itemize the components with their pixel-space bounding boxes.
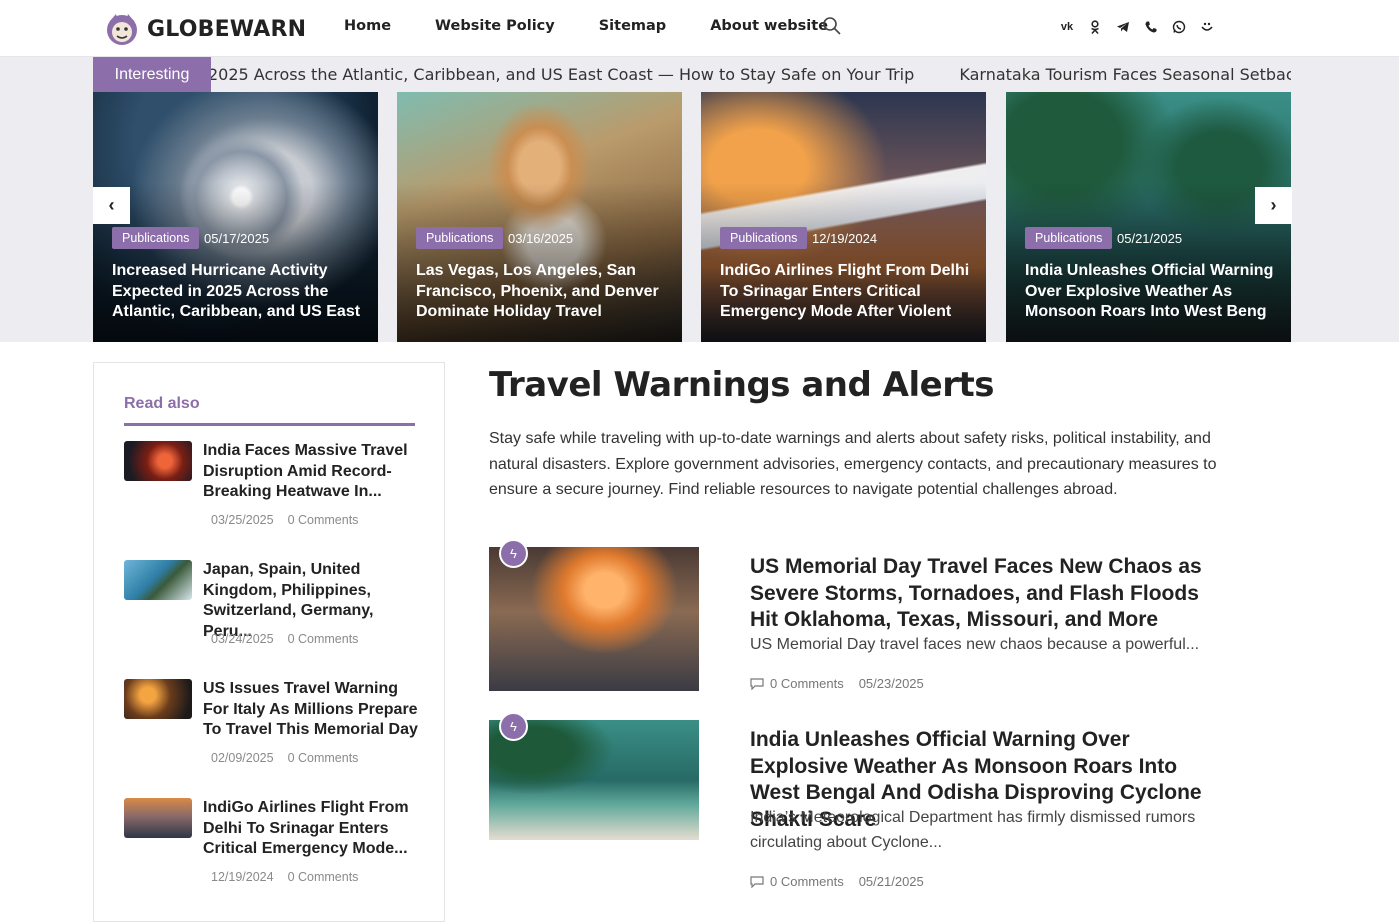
article-thumbnail[interactable] (124, 560, 192, 600)
article-comments[interactable]: 0 Comments (288, 513, 359, 527)
article-meta: 12/19/2024 0 Comments (211, 870, 372, 884)
slide-date: 12/19/2024 (812, 231, 878, 246)
news-ticker: Interesting 2025 Across the Atlantic, Ca… (93, 57, 1291, 92)
carousel-slide[interactable]: Publications 05/17/2025 Increased Hurric… (93, 92, 378, 342)
category-badge[interactable]: Publications (112, 227, 200, 249)
main-nav: Home Website Policy Sitemap About websit… (344, 18, 872, 34)
post-meta: 0 Comments 05/23/2025 (750, 676, 924, 691)
site-name: GLOBEWARN (147, 16, 307, 42)
article-comments[interactable]: 0 Comments (288, 751, 359, 765)
monkey-logo-icon (107, 14, 137, 45)
post-date: 05/23/2025 (858, 676, 924, 691)
article-title[interactable]: US Issues Travel Warning For Italy As Mi… (203, 679, 418, 741)
article-comments[interactable]: 0 Comments (288, 870, 359, 884)
page-title: Travel Warnings and Alerts (489, 365, 994, 405)
article-title[interactable]: Japan, Spain, United Kingdom, Philippine… (203, 560, 418, 642)
article-date: 03/25/2025 (211, 513, 274, 527)
ticker-track: 2025 Across the Atlantic, Caribbean, and… (211, 57, 1291, 92)
article-date: 12/19/2024 (211, 870, 274, 884)
comment-icon (750, 677, 764, 690)
sidebar-heading: Read also (124, 395, 200, 412)
page-description: Stay safe while traveling with up-to-dat… (489, 430, 1217, 498)
article-meta: 02/09/2025 0 Comments (211, 751, 372, 765)
article-title[interactable]: India Faces Massive Travel Disruption Am… (203, 441, 418, 503)
telegram-icon[interactable] (1114, 18, 1132, 36)
article-date: 02/09/2025 (211, 751, 274, 765)
carousel-slide[interactable]: Publications 12/19/2024 IndiGo Airlines … (701, 92, 986, 342)
post-date: 05/21/2025 (858, 874, 924, 889)
ticker-item[interactable]: Karnataka Tourism Faces Seasonal Setback… (959, 65, 1291, 84)
nav-website-policy[interactable]: Website Policy (435, 18, 555, 34)
social-links: vk (1058, 18, 1216, 36)
category-badge[interactable]: Publications (720, 227, 808, 249)
max-icon[interactable] (1198, 18, 1216, 36)
slide-date: 05/17/2025 (204, 231, 270, 246)
post-excerpt: US Memorial Day travel faces new chaos b… (750, 636, 1200, 653)
carousel-next-button[interactable]: › (1255, 187, 1292, 224)
flash-icon: ϟ (499, 539, 528, 568)
slide-title[interactable]: IndiGo Airlines Flight From Delhi To Sri… (720, 261, 975, 323)
article-thumbnail[interactable] (124, 798, 192, 838)
chevron-right-icon: › (1270, 195, 1277, 215)
site-logo[interactable]: GLOBEWARN (105, 12, 306, 46)
whatsapp-icon[interactable] (1170, 18, 1188, 36)
slide-title[interactable]: India Unleashes Official Warning Over Ex… (1025, 261, 1280, 323)
carousel-prev-button[interactable]: ‹ (93, 187, 130, 224)
slide-date: 03/16/2025 (508, 231, 574, 246)
viber-icon[interactable] (1142, 18, 1160, 36)
post-meta: 0 Comments 05/21/2025 (750, 874, 924, 889)
category-badge[interactable]: Publications (416, 227, 504, 249)
article-title[interactable]: IndiGo Airlines Flight From Delhi To Sri… (203, 798, 418, 860)
comment-icon (750, 875, 764, 888)
post-excerpt: India’s Meteorological Department has fi… (750, 809, 1196, 851)
featured-carousel: Publications 05/17/2025 Increased Hurric… (93, 92, 1291, 342)
nav-sitemap[interactable]: Sitemap (599, 18, 666, 34)
nav-about-website[interactable]: About website (710, 18, 828, 34)
vk-icon[interactable]: vk (1058, 18, 1076, 36)
post-image[interactable] (489, 547, 699, 691)
post-comments[interactable]: 0 Comments (770, 874, 844, 889)
article-date: 03/24/2025 (211, 632, 274, 646)
divider (124, 423, 415, 426)
article-thumbnail[interactable] (124, 679, 192, 719)
category-badge[interactable]: Publications (1025, 227, 1113, 249)
odnoklassniki-icon[interactable] (1086, 18, 1104, 36)
flash-icon: ϟ (499, 712, 528, 741)
chevron-left-icon: ‹ (108, 195, 115, 215)
search-icon[interactable] (822, 16, 842, 36)
ticker-item[interactable]: 2025 Across the Atlantic, Caribbean, and… (211, 65, 914, 84)
carousel-slide[interactable]: Publications 03/16/2025 Las Vegas, Los A… (397, 92, 682, 342)
site-header: GLOBEWARN Home Website Policy Sitemap Ab… (0, 0, 1399, 57)
slide-date: 05/21/2025 (1117, 231, 1183, 246)
article-meta: 03/25/2025 0 Comments (211, 513, 372, 527)
article-comments[interactable]: 0 Comments (288, 632, 359, 646)
post-comments[interactable]: 0 Comments (770, 676, 844, 691)
ticker-label: Interesting (93, 57, 211, 92)
article-thumbnail[interactable] (124, 441, 192, 481)
slide-title[interactable]: Las Vegas, Los Angeles, San Francisco, P… (416, 261, 671, 323)
slide-title[interactable]: Increased Hurricane Activity Expected in… (112, 261, 367, 323)
post-title[interactable]: US Memorial Day Travel Faces New Chaos a… (750, 554, 1220, 634)
read-also-sidebar: Read also India Faces Massive Travel Dis… (93, 362, 445, 922)
carousel-slide[interactable]: Publications 05/21/2025 India Unleashes … (1006, 92, 1291, 342)
article-meta: 03/24/2025 0 Comments (211, 632, 372, 646)
nav-home[interactable]: Home (344, 18, 391, 34)
